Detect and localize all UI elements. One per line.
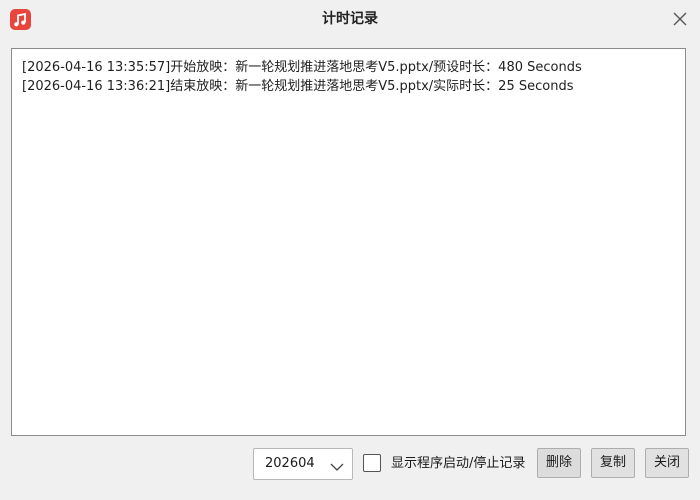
chevron-down-icon [330,458,344,477]
copy-button[interactable]: 复制 [591,448,635,478]
delete-button[interactable]: 删除 [537,448,581,478]
month-select[interactable]: 202604 [253,448,353,480]
window-title: 计时记录 [322,11,378,27]
log-text-area[interactable]: [2026-04-16 13:35:57]开始放映：新一轮规划推进落地思考V5.… [11,48,686,436]
show-startup-label: 显示程序启动/停止记录 [391,456,526,471]
title-bar: 计时记录 [0,0,700,38]
log-line: [2026-04-16 13:36:21]结束放映：新一轮规划推进落地思考V5.… [22,79,574,94]
show-startup-checkbox[interactable] [363,454,381,472]
close-icon[interactable] [670,9,690,29]
month-select-value: 202604 [265,456,315,471]
log-line: [2026-04-16 13:35:57]开始放映：新一轮规划推进落地思考V5.… [22,60,582,75]
close-button[interactable]: 关闭 [645,448,689,478]
